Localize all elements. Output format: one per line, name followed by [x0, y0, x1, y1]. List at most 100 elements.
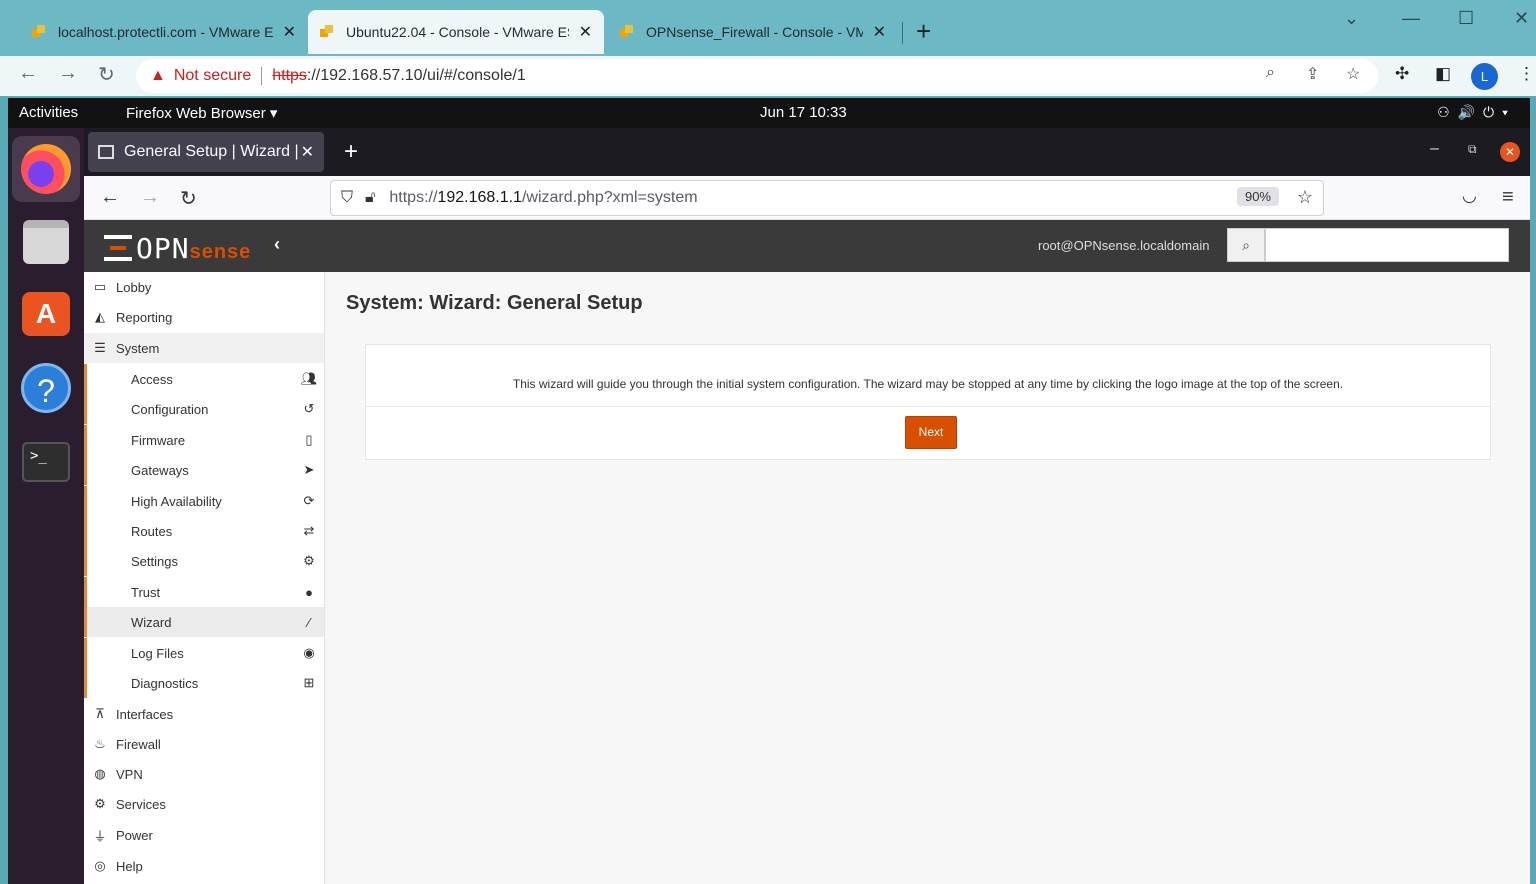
address-bar[interactable]: ▲ Not secure https ://192.168.57.10/ui/#…: [136, 59, 1378, 93]
tracking-shield-icon[interactable]: ⛉: [341, 189, 353, 207]
url-path: /wizard.php?xml=system: [521, 189, 698, 206]
history-icon: ↺: [303, 401, 315, 416]
opnsense-header: OPNsense ‹ root@OPNsense.localdomain ⌕: [84, 220, 1530, 272]
search-icon[interactable]: ⌕: [1227, 228, 1265, 262]
zoom-icon[interactable]: ⌕: [1266, 64, 1275, 82]
app-menu[interactable]: Firefox Web Browser ▾: [126, 104, 277, 122]
back-arrow-icon[interactable]: ←: [18, 62, 38, 85]
menu-interfaces[interactable]: ⊼ Interfaces: [84, 699, 324, 729]
url-scheme: https: [272, 67, 307, 84]
opnsense-favicon-icon: [98, 145, 114, 159]
firefox-restore-icon[interactable]: ⧉: [1468, 142, 1477, 157]
menu-label: Power: [116, 827, 153, 843]
menu-label: Diagnostics: [131, 675, 199, 691]
forward-arrow-icon[interactable]: →: [58, 62, 78, 85]
close-tab-icon[interactable]: ✕: [283, 22, 296, 42]
menu-system-settings[interactable]: Settings ⚙: [84, 546, 324, 576]
close-tab-icon[interactable]: ✕: [579, 22, 592, 42]
globe-icon: ◍: [94, 766, 106, 781]
firefox-menu-icon[interactable]: ≡: [1502, 186, 1514, 209]
menu-system-firmware[interactable]: Firmware ▯: [84, 425, 324, 455]
menu-system-configuration[interactable]: Configuration ↺: [84, 394, 324, 424]
menu-system[interactable]: ☰ System: [84, 333, 324, 363]
dock-help[interactable]: ?: [20, 362, 72, 414]
menu-firewall[interactable]: ♨ Firewall: [84, 729, 324, 759]
menu-label: Trust: [131, 584, 161, 600]
chrome-tab-ubuntu-console[interactable]: Ubuntu22.04 - Console - VMware ES ✕: [308, 10, 604, 54]
menu-system-gateways[interactable]: Gateways ➤: [84, 455, 324, 485]
bookmark-star-icon[interactable]: ☆: [1346, 64, 1360, 84]
chrome-tab-opnsense-console[interactable]: OPNsense_Firewall - Console - VMw ✕: [608, 10, 898, 54]
menu-system-diagnostics[interactable]: Diagnostics ⊞: [84, 668, 324, 698]
next-button[interactable]: Next: [905, 416, 957, 449]
menu-system-routes[interactable]: Routes ⇄: [84, 516, 324, 546]
map-signs-icon: ⇄: [303, 523, 315, 538]
firefox-reload-icon[interactable]: ↻: [180, 186, 197, 211]
vmware-favicon-icon: [320, 25, 334, 39]
opnsense-logo[interactable]: OPNsense: [104, 232, 251, 265]
share-icon[interactable]: ⇪: [1306, 64, 1319, 84]
firefox-new-tab-button[interactable]: +: [344, 138, 358, 166]
menu-vpn[interactable]: ◍ VPN: [84, 759, 324, 789]
dock-files[interactable]: [20, 216, 72, 268]
chrome-menu-icon[interactable]: ⋮: [1518, 64, 1535, 84]
menu-label: Gateways: [131, 462, 189, 478]
dock-terminal[interactable]: >_: [20, 436, 72, 488]
menu-help[interactable]: ◎ Help: [84, 851, 324, 881]
pocket-icon[interactable]: ◡: [1462, 186, 1477, 206]
collapse-sidebar-icon[interactable]: ‹: [274, 234, 280, 255]
user-label[interactable]: root@OPNsense.localdomain: [1038, 238, 1209, 253]
dock-software[interactable]: A: [20, 288, 72, 340]
close-window-icon[interactable]: ✕: [1514, 8, 1529, 29]
certificate-icon: ●: [305, 584, 313, 600]
menu-lobby[interactable]: ▭ Lobby: [84, 272, 324, 302]
firefox-tab-wizard[interactable]: General Setup | Wizard | S ✕: [88, 132, 324, 172]
vm-console[interactable]: Activities Firefox Web Browser ▾ Jun 17 …: [8, 98, 1530, 884]
menu-system-wizard[interactable]: Wizard ⁄: [84, 607, 324, 637]
extensions-puzzle-icon[interactable]: ✣: [1395, 64, 1409, 84]
menu-system-access[interactable]: Access 👥︎: [84, 364, 324, 394]
menu-services[interactable]: ⚙ Services: [84, 789, 324, 819]
url-rest: ://192.168.57.10/ui/#/console/1: [306, 67, 526, 84]
minimize-icon[interactable]: —: [1402, 8, 1420, 29]
bookmark-star-icon[interactable]: ☆: [1297, 187, 1313, 208]
menu-label: System: [116, 340, 160, 356]
warning-triangle-icon: ▲: [150, 67, 166, 84]
menu-label: Settings: [131, 553, 178, 569]
fire-icon: ♨: [94, 736, 106, 751]
menu-system-high-availability[interactable]: High Availability ⟳: [84, 486, 324, 516]
profile-avatar[interactable]: L: [1471, 63, 1498, 90]
tab-search-icon[interactable]: ⌄: [1344, 8, 1359, 29]
search-input[interactable]: [1265, 228, 1509, 262]
close-tab-icon[interactable]: ✕: [301, 142, 314, 162]
dock-firefox[interactable]: [12, 136, 80, 202]
firefox-tab-strip: General Setup | Wizard | S ✕ + – ⧉ ✕: [84, 128, 1530, 176]
menu-label: Firmware: [131, 432, 186, 448]
clock[interactable]: Jun 17 10:33: [760, 104, 847, 121]
close-tab-icon[interactable]: ✕: [873, 22, 886, 42]
firefox-forward-icon[interactable]: →: [140, 186, 160, 209]
not-secure-label[interactable]: Not secure: [174, 67, 251, 85]
firefox-close-icon[interactable]: ✕: [1500, 142, 1520, 162]
menu-system-trust[interactable]: Trust ●: [84, 577, 324, 607]
firefox-minimize-icon[interactable]: –: [1430, 140, 1439, 158]
reload-icon[interactable]: ↻: [98, 62, 115, 87]
refresh-icon: ⟳: [303, 493, 315, 508]
menu-system-log-files[interactable]: Log Files ◉: [84, 638, 324, 668]
chrome-tab-esxi-host[interactable]: localhost.protectli.com - VMware ES ✕: [20, 10, 308, 54]
location-arrow-icon: ➤: [303, 462, 315, 477]
firefox-nav-bar: ← → ↻ ⛉ 🔓︎ https://192.168.1.1/wizard.ph…: [84, 176, 1530, 220]
zoom-level-badge[interactable]: 90%: [1236, 187, 1279, 206]
firefox-back-icon[interactable]: ←: [100, 186, 120, 209]
maximize-icon[interactable]: ☐: [1458, 8, 1474, 29]
side-panel-icon[interactable]: ◧: [1435, 64, 1451, 84]
insecure-lock-icon[interactable]: 🔓︎: [365, 189, 375, 207]
system-status-icons[interactable]: ⚇🔊⏻▾: [1437, 104, 1516, 121]
menu-reporting[interactable]: ◭ Reporting: [84, 302, 324, 332]
firefox-icon: [21, 144, 71, 194]
url-text: https://192.168.1.1/wizard.php?xml=syste…: [389, 189, 697, 207]
firefox-url-bar[interactable]: ⛉ 🔓︎ https://192.168.1.1/wizard.php?xml=…: [330, 180, 1324, 216]
activities-button[interactable]: Activities: [19, 104, 78, 121]
menu-power[interactable]: ⏚ Power: [84, 820, 324, 850]
new-tab-button[interactable]: +: [916, 16, 931, 47]
